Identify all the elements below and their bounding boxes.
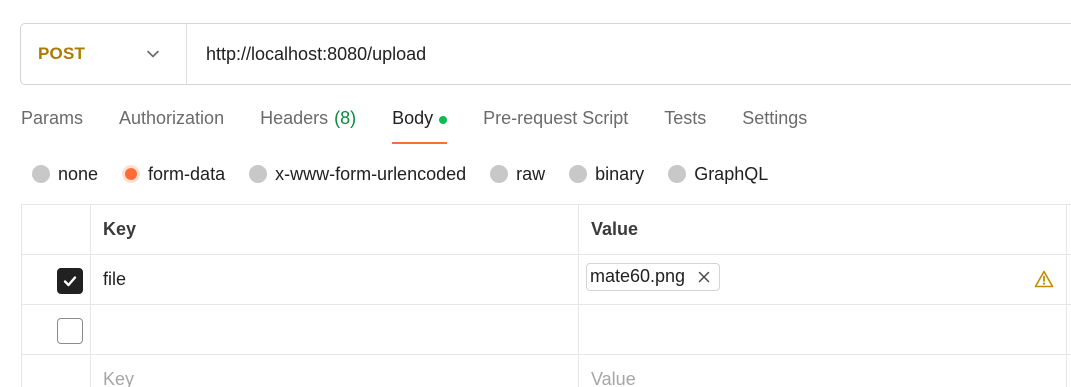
key-cell[interactable]: file [91, 255, 579, 304]
request-editor: POST http://localhost:8080/upload Params… [0, 0, 1071, 387]
table-row: file mate60.png [22, 255, 1071, 305]
table-row [22, 305, 1071, 355]
radio-button[interactable] [668, 165, 687, 183]
value-cell[interactable]: mate60.png [579, 255, 1067, 304]
radio-button[interactable] [490, 165, 509, 183]
tab-pre-request-script[interactable]: Pre-request Script [483, 108, 628, 144]
tab-params[interactable]: Params [21, 108, 83, 144]
url-input[interactable]: http://localhost:8080/upload [187, 24, 1071, 84]
form-data-table: Key Value file mate60.png Key Value [21, 204, 1071, 387]
radio-binary[interactable]: binary [569, 164, 644, 185]
radio-x-www-form-urlencoded[interactable]: x-www-form-urlencoded [249, 164, 466, 185]
header-check-cell [22, 205, 91, 254]
file-chip: mate60.png [586, 262, 721, 291]
tab-body[interactable]: Body [392, 108, 448, 144]
row-enabled-checkbox[interactable] [57, 267, 83, 294]
body-type-radios: none form-data x-www-form-urlencoded raw… [32, 163, 792, 185]
tab-settings[interactable]: Settings [742, 108, 807, 144]
body-indicator-dot [439, 116, 448, 124]
value-column-header: Value [579, 205, 1067, 254]
key-cell[interactable] [91, 305, 579, 354]
radio-button[interactable] [32, 165, 50, 183]
tab-authorization[interactable]: Authorization [119, 108, 224, 144]
radio-button[interactable] [569, 165, 588, 183]
value-cell[interactable] [579, 305, 1067, 354]
headers-count-badge: (8) [334, 108, 357, 128]
close-icon[interactable] [697, 270, 711, 284]
new-key-input[interactable]: Key [91, 355, 579, 387]
warning-icon[interactable] [1034, 270, 1054, 288]
checkmark-icon [63, 275, 77, 286]
method-label: POST [38, 44, 86, 63]
radio-button-selected[interactable] [122, 165, 141, 183]
tab-tests[interactable]: Tests [664, 108, 706, 144]
chevron-down-icon [146, 47, 160, 61]
radio-none[interactable]: none [32, 164, 98, 185]
radio-graphql[interactable]: GraphQL [668, 164, 768, 185]
tab-headers[interactable]: Headers (8) [260, 108, 356, 144]
radio-raw[interactable]: raw [490, 164, 545, 185]
file-name: mate60.png [590, 266, 686, 286]
row-enabled-checkbox[interactable] [57, 317, 83, 344]
new-value-input[interactable]: Value [579, 355, 1067, 387]
new-row: Key Value [22, 355, 1071, 387]
method-select[interactable]: POST [21, 24, 187, 84]
request-bar: POST http://localhost:8080/upload [20, 23, 1071, 85]
radio-form-data[interactable]: form-data [122, 164, 225, 185]
key-column-header: Key [91, 205, 579, 254]
table-header-row: Key Value [22, 205, 1071, 255]
radio-button[interactable] [249, 165, 268, 183]
request-tabs: Params Authorization Headers (8) Body Pr… [21, 108, 843, 146]
